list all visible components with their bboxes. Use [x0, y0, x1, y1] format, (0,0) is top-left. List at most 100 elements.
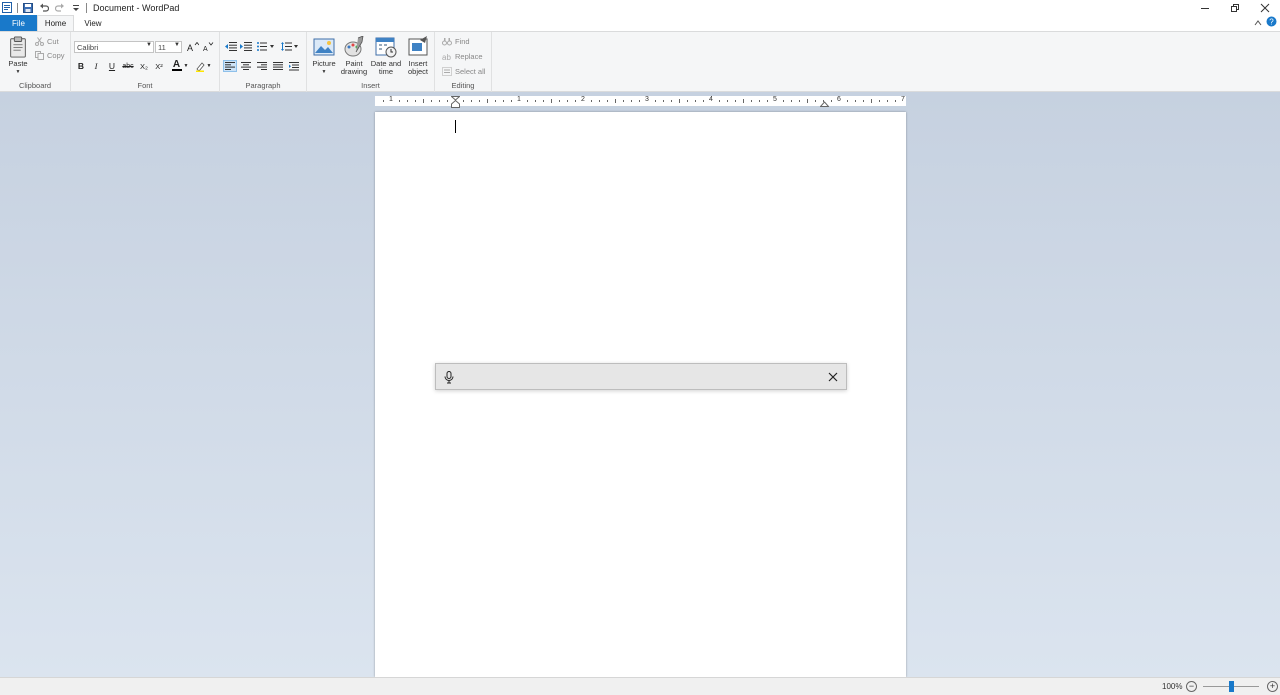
dictation-toolbar: [435, 363, 847, 390]
replace-label: Replace: [455, 52, 483, 61]
bullets-button[interactable]: [256, 40, 276, 52]
clipboard-group: Paste ▼ Cut Copy Clipboard: [0, 32, 71, 92]
ruler-tick: [415, 100, 416, 102]
replace-button[interactable]: ab Replace: [442, 52, 483, 61]
increase-indent-button[interactable]: [239, 40, 253, 52]
bold-button[interactable]: B: [74, 59, 88, 73]
grow-font-icon: A: [187, 42, 199, 52]
left-indent-marker[interactable]: [451, 96, 460, 108]
paint-drawing-icon: [344, 36, 364, 57]
minimize-button[interactable]: [1190, 0, 1220, 15]
qat-separator: [17, 2, 18, 13]
save-icon[interactable]: [22, 2, 34, 14]
ruler-tick: [535, 100, 536, 102]
align-center-button[interactable]: [239, 60, 253, 72]
ruler-number: 5: [773, 96, 777, 103]
cut-label: Cut: [47, 37, 59, 46]
grow-font-button[interactable]: A: [186, 40, 200, 54]
picture-icon: [313, 38, 335, 56]
paste-button[interactable]: Paste ▼: [6, 36, 30, 76]
ruler-tick: [615, 99, 616, 103]
ruler-number: 6: [837, 96, 841, 103]
text-color-button[interactable]: A ▼: [170, 59, 190, 73]
align-left-button[interactable]: [223, 60, 237, 72]
tab-file[interactable]: File: [0, 15, 37, 31]
paste-icon: [10, 36, 26, 58]
document-page[interactable]: [375, 112, 906, 677]
redo-icon[interactable]: [54, 2, 66, 14]
align-right-button[interactable]: [255, 60, 269, 72]
zoom-slider-thumb[interactable]: [1229, 681, 1234, 692]
ruler-tick: [607, 100, 608, 102]
justify-button[interactable]: [271, 60, 285, 72]
ruler-tick: [807, 99, 808, 103]
ruler-tick: [527, 100, 528, 102]
text-color-dropdown-icon[interactable]: ▼: [184, 63, 189, 69]
ruler-tick: [751, 100, 752, 102]
italic-button[interactable]: I: [89, 59, 103, 73]
ruler-number: 7: [901, 96, 905, 103]
find-label: Find: [455, 37, 470, 46]
undo-icon[interactable]: [38, 2, 50, 14]
underline-button[interactable]: U: [105, 59, 119, 73]
date-time-label-2: time: [378, 67, 394, 76]
copy-button[interactable]: Copy: [35, 51, 65, 60]
insert-group: Picture ▼ Paint drawing Date and time In…: [307, 32, 435, 92]
wordpad-app-icon[interactable]: [1, 2, 13, 14]
insert-object-label-2: object: [407, 67, 428, 76]
microphone-button[interactable]: [442, 370, 455, 384]
shrink-font-button[interactable]: A: [201, 40, 215, 54]
select-all-button[interactable]: Select all: [442, 67, 485, 76]
close-dictation-button[interactable]: [826, 370, 840, 384]
subscript-button[interactable]: X₂: [137, 59, 151, 73]
right-indent-marker[interactable]: [820, 98, 829, 107]
help-icon[interactable]: ?: [1266, 16, 1277, 30]
find-button[interactable]: Find: [442, 37, 470, 46]
quick-access-toolbar: [0, 0, 91, 15]
highlight-color-button[interactable]: ▼: [193, 59, 213, 73]
ruler-number: 2: [581, 96, 585, 103]
line-spacing-button[interactable]: [280, 40, 300, 52]
highlighter-icon: [195, 61, 205, 72]
tab-home[interactable]: Home: [37, 15, 74, 31]
customize-qat-icon[interactable]: [70, 2, 82, 14]
ruler-tick: [495, 100, 496, 102]
line-spacing-icon: [281, 41, 298, 51]
zoom-out-button[interactable]: −: [1186, 681, 1197, 692]
ruler-tick: [463, 100, 464, 102]
font-size-value: 11: [158, 42, 166, 52]
zoom-in-button[interactable]: +: [1267, 681, 1278, 692]
ruler-number: 3: [645, 96, 649, 103]
date-time-button[interactable]: Date and time: [369, 36, 403, 76]
window-title: Document - WordPad: [93, 2, 180, 13]
ruler-number: 4: [709, 96, 713, 103]
bullet-list-icon: [257, 41, 274, 51]
superscript-button[interactable]: X²: [152, 59, 166, 73]
picture-button[interactable]: Picture ▼: [311, 36, 337, 76]
paint-drawing-button[interactable]: Paint drawing: [339, 36, 369, 76]
paste-dropdown-icon[interactable]: ▼: [16, 68, 21, 76]
picture-dropdown-icon[interactable]: ▼: [322, 68, 327, 76]
cut-button[interactable]: Cut: [35, 37, 59, 46]
font-size-select[interactable]: 11 ▼: [155, 41, 182, 53]
ruler-tick: [767, 100, 768, 102]
horizontal-ruler[interactable]: 1 1 2 3 4 5 6 7: [375, 96, 906, 108]
increase-indent-icon: [240, 41, 252, 51]
font-family-select[interactable]: Calibri ▼: [74, 41, 154, 53]
ruler-number: 1: [517, 96, 521, 103]
insert-object-button[interactable]: Insert object: [405, 36, 431, 76]
tab-view[interactable]: View: [74, 15, 112, 31]
strikethrough-button[interactable]: abc: [121, 59, 135, 73]
close-icon: [828, 372, 838, 382]
ruler-tick: [855, 100, 856, 102]
highlight-dropdown-icon[interactable]: ▼: [207, 63, 212, 69]
ruler-tick: [503, 100, 504, 102]
close-window-button[interactable]: [1250, 0, 1280, 15]
copy-icon: [35, 51, 44, 60]
restore-button[interactable]: [1220, 0, 1250, 15]
copy-label: Copy: [47, 51, 65, 60]
font-family-dropdown-icon: ▼: [146, 42, 152, 48]
collapse-ribbon-icon[interactable]: [1254, 16, 1262, 30]
decrease-indent-button[interactable]: [224, 40, 238, 52]
paragraph-settings-button[interactable]: [287, 60, 301, 72]
